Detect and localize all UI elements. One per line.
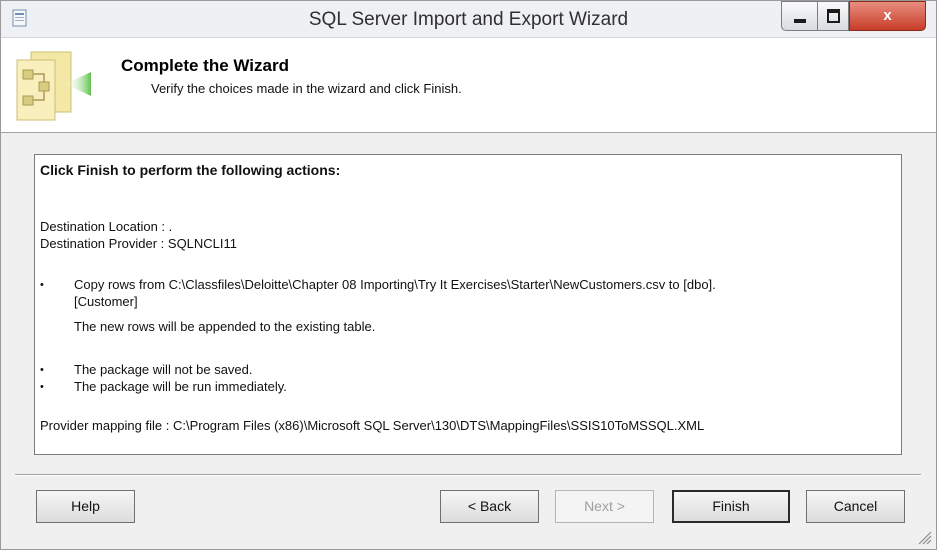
title-bar[interactable]: SQL Server Import and Export Wizard x [1,1,936,38]
minimize-icon [794,19,806,23]
bullet-icon: • [40,279,44,291]
wizard-flowchart-icon [16,51,91,121]
copy-rows-line-2: [Customer] [74,294,138,309]
summary-panel[interactable]: Click Finish to perform the following ac… [34,154,902,455]
close-button[interactable]: x [849,1,926,31]
wizard-window: SQL Server Import and Export Wizard x Co… [0,0,937,550]
resize-grip-icon[interactable] [914,527,932,545]
maximize-icon [827,9,840,23]
close-icon: x [883,7,892,24]
maximize-button[interactable] [817,1,849,31]
page-title: Complete the Wizard [121,56,289,75]
wizard-header: Complete the Wizard Verify the choices m… [1,38,936,133]
footer-divider [15,474,921,476]
next-button[interactable]: Next > [555,490,654,523]
minimize-button[interactable] [781,1,817,31]
summary-heading: Click Finish to perform the following ac… [40,162,341,178]
back-button[interactable]: < Back [440,490,539,523]
bullet-icon: • [40,381,44,393]
bullet-icon: • [40,364,44,376]
finish-button[interactable]: Finish [672,490,790,523]
destination-provider: Destination Provider : SQLNCLI11 [40,236,238,251]
run-immediately-note: The package will be run immediately. [74,379,287,394]
page-subtitle: Verify the choices made in the wizard an… [151,81,462,96]
copy-rows-line-1: Copy rows from C:\Classfiles\Deloitte\Ch… [74,277,716,292]
not-saved-note: The package will not be saved. [74,362,253,377]
help-button[interactable]: Help [36,490,135,523]
destination-location: Destination Location : . [40,219,173,234]
provider-mapping-file: Provider mapping file : C:\Program Files… [40,418,705,433]
append-note: The new rows will be appended to the exi… [74,319,376,334]
cancel-button[interactable]: Cancel [806,490,905,523]
